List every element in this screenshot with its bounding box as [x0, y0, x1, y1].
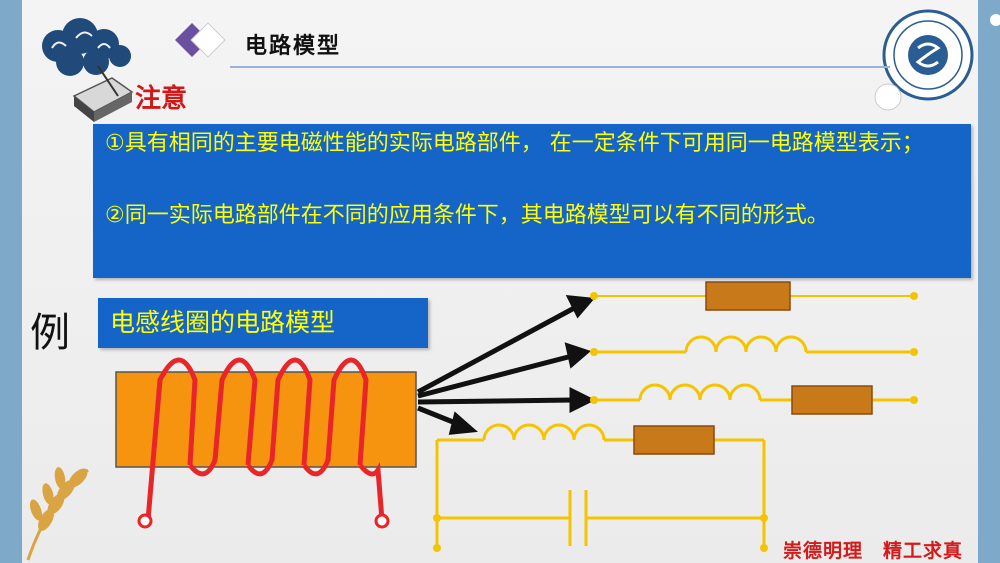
footer-motto: 崇德明理 精工求真: [783, 540, 964, 562]
coil-terminal-right: [374, 513, 390, 529]
model-inductor: [594, 335, 914, 354]
model-lrc: [435, 423, 766, 548]
model-arrows: [416, 295, 596, 435]
slide: 电路模型 注意 ①具有相同的主要电磁性能的实际电路部件， 在一定条件下可用同一电…: [0, 0, 1000, 563]
coil-terminal-left: [137, 513, 153, 529]
circuit-diagram: [115, 281, 918, 552]
